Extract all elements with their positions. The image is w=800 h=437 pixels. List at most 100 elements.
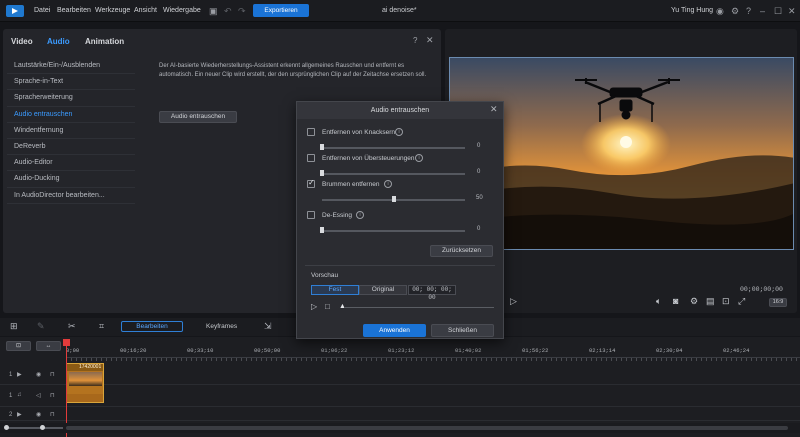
video-track-icon: ▶ bbox=[17, 412, 22, 418]
tab-animation[interactable]: Animation bbox=[85, 37, 124, 46]
snapshot-icon[interactable]: ◙ bbox=[673, 296, 678, 306]
original-preview-button[interactable]: Original bbox=[359, 285, 407, 295]
zoom-slider-knob[interactable] bbox=[40, 425, 45, 430]
lock-icon[interactable]: ⊓ bbox=[50, 411, 55, 418]
tab-audio[interactable]: Audio bbox=[47, 37, 70, 46]
info-icon[interactable]: i bbox=[415, 154, 423, 162]
hum-removal-label: Brummen entfernen bbox=[322, 181, 380, 188]
playhead-handle[interactable] bbox=[63, 339, 70, 346]
horizontal-scroll-thumb[interactable] bbox=[66, 426, 788, 430]
lock-icon[interactable]: ⊓ bbox=[50, 371, 55, 378]
eye-icon[interactable]: ◉ bbox=[36, 411, 41, 418]
export-button[interactable]: Exportieren bbox=[253, 4, 309, 17]
volume-icon[interactable]: 🔈︎ bbox=[656, 296, 661, 307]
minimize-icon[interactable]: – bbox=[760, 5, 765, 17]
pen-icon[interactable]: ✎ bbox=[37, 321, 45, 332]
fullscreen-icon[interactable]: ⤢ bbox=[738, 296, 745, 307]
subtitle-icon[interactable]: ▤ bbox=[706, 296, 715, 307]
audio-denoise-button[interactable]: Audio entrauschen bbox=[159, 111, 237, 123]
fixed-preview-button[interactable]: Fest bbox=[311, 285, 359, 295]
divider bbox=[305, 265, 495, 266]
video-clip[interactable]: 17420001 bbox=[66, 363, 104, 403]
save-icon[interactable]: ▣ bbox=[209, 5, 218, 17]
account-icon[interactable]: ◉ bbox=[716, 5, 724, 17]
clipping-slider-knob[interactable] bbox=[320, 170, 324, 176]
undo-icon[interactable]: ↶ bbox=[224, 5, 232, 17]
gear-icon[interactable]: ⚙ bbox=[731, 5, 739, 17]
scissors-icon[interactable]: ✂ bbox=[68, 321, 76, 332]
panel-help-icon[interactable]: ? bbox=[413, 36, 417, 45]
video-track bbox=[0, 363, 800, 385]
menu-datei[interactable]: Datei bbox=[34, 7, 50, 14]
info-icon[interactable]: i bbox=[356, 211, 364, 219]
side-item-volume[interactable]: Lautstärke/Ein-/Ausblenden bbox=[7, 58, 135, 75]
menu-werkzeuge[interactable]: Werkzeuge bbox=[95, 7, 130, 14]
timeline-ruler[interactable] bbox=[66, 357, 800, 361]
clipping-removal-checkbox[interactable] bbox=[307, 154, 315, 162]
de-essing-slider-knob[interactable] bbox=[320, 227, 324, 233]
crackle-slider-track[interactable] bbox=[322, 147, 465, 149]
info-icon[interactable]: i bbox=[384, 180, 392, 188]
side-item-speech-to-text[interactable]: Sprache-in-Text bbox=[7, 74, 135, 91]
zoom-out-handle[interactable] bbox=[4, 425, 9, 430]
side-item-speech-enhancement[interactable]: Spracherweiterung bbox=[7, 90, 135, 107]
reset-button[interactable]: Zurücksetzen bbox=[430, 245, 493, 257]
hum-slider-knob[interactable] bbox=[391, 196, 396, 202]
track-manager-button[interactable]: ⊡ bbox=[6, 341, 31, 351]
clipping-slider-track[interactable] bbox=[322, 173, 465, 175]
dialog-play-icon[interactable]: ▷ bbox=[311, 302, 317, 311]
crackle-removal-checkbox[interactable] bbox=[307, 128, 315, 136]
tab-video[interactable]: Video bbox=[11, 37, 33, 46]
speaker-icon[interactable]: ◁ bbox=[36, 392, 41, 399]
lock-icon[interactable]: ⊓ bbox=[50, 392, 55, 399]
close-button[interactable]: Schließen bbox=[431, 324, 494, 337]
close-window-icon[interactable]: ✕ bbox=[788, 5, 796, 17]
de-essing-value: 0 bbox=[477, 226, 481, 232]
fit-timeline-button[interactable]: ↔ bbox=[36, 341, 61, 351]
side-item-audio-ducking[interactable]: Audio-Ducking bbox=[7, 171, 135, 188]
ruler-label: 00;16;20 bbox=[120, 347, 147, 354]
de-essing-checkbox[interactable] bbox=[307, 211, 315, 219]
track-number: 2 bbox=[9, 412, 13, 418]
eye-icon[interactable]: ◉ bbox=[36, 371, 41, 378]
keyframes-button[interactable]: Keyframes bbox=[206, 323, 237, 330]
crackle-slider-knob[interactable] bbox=[320, 144, 324, 150]
dialog-stop-icon[interactable]: □ bbox=[325, 302, 330, 311]
settings-icon[interactable]: ⚙ bbox=[690, 296, 698, 307]
redo-icon[interactable]: ↷ bbox=[238, 5, 246, 17]
menu-wiedergabe[interactable]: Wiedergabe bbox=[163, 7, 201, 14]
dialog-scrubber-track[interactable] bbox=[344, 307, 494, 308]
play-icon[interactable]: ▷ bbox=[510, 296, 517, 307]
side-item-audiodirector[interactable]: In AudioDirector bearbeiten... bbox=[7, 188, 135, 204]
zoom-icon[interactable]: ⊡ bbox=[722, 296, 730, 307]
clip-audio-strip bbox=[67, 394, 103, 402]
ruler-label: 02;30;04 bbox=[656, 347, 683, 354]
ruler-label: 01;56;22 bbox=[522, 347, 549, 354]
hum-removal-checkbox[interactable] bbox=[307, 178, 315, 188]
edit-button[interactable]: Bearbeiten bbox=[121, 321, 183, 332]
crop-icon[interactable]: ⌗ bbox=[99, 321, 104, 332]
help-icon[interactable]: ? bbox=[746, 5, 751, 17]
ruler-label: 01;06;22 bbox=[321, 347, 348, 354]
panel-close-icon[interactable]: ✕ bbox=[426, 35, 434, 46]
export-frame-icon[interactable]: ⇲ bbox=[264, 321, 272, 332]
dialog-close-icon[interactable]: ✕ bbox=[490, 104, 498, 115]
media-icon[interactable]: ⊞ bbox=[10, 321, 18, 332]
ruler-label: 01;23;12 bbox=[388, 347, 415, 354]
user-name[interactable]: Yu Ting Hung bbox=[671, 7, 713, 14]
de-essing-slider-track[interactable] bbox=[322, 230, 465, 232]
video-track-icon: ▶ bbox=[17, 372, 22, 378]
video-track-2 bbox=[0, 407, 800, 421]
side-item-wind-removal[interactable]: Windentfernung bbox=[7, 123, 135, 139]
apply-button[interactable]: Anwenden bbox=[363, 324, 426, 337]
maximize-icon[interactable]: ☐ bbox=[774, 5, 782, 17]
side-item-audio-denoise[interactable]: Audio entrauschen bbox=[7, 107, 135, 123]
info-icon[interactable]: i bbox=[395, 128, 403, 136]
aspect-ratio-button[interactable]: 16:9 bbox=[769, 298, 787, 307]
menu-bearbeiten[interactable]: Bearbeiten bbox=[57, 7, 91, 14]
menu-ansicht[interactable]: Ansicht bbox=[134, 7, 157, 14]
zoom-track[interactable] bbox=[8, 427, 63, 429]
side-item-audio-editor[interactable]: Audio-Editor bbox=[7, 155, 135, 172]
ruler-label: 00;50;00 bbox=[254, 347, 281, 354]
side-item-dereverb[interactable]: DeReverb bbox=[7, 139, 135, 156]
